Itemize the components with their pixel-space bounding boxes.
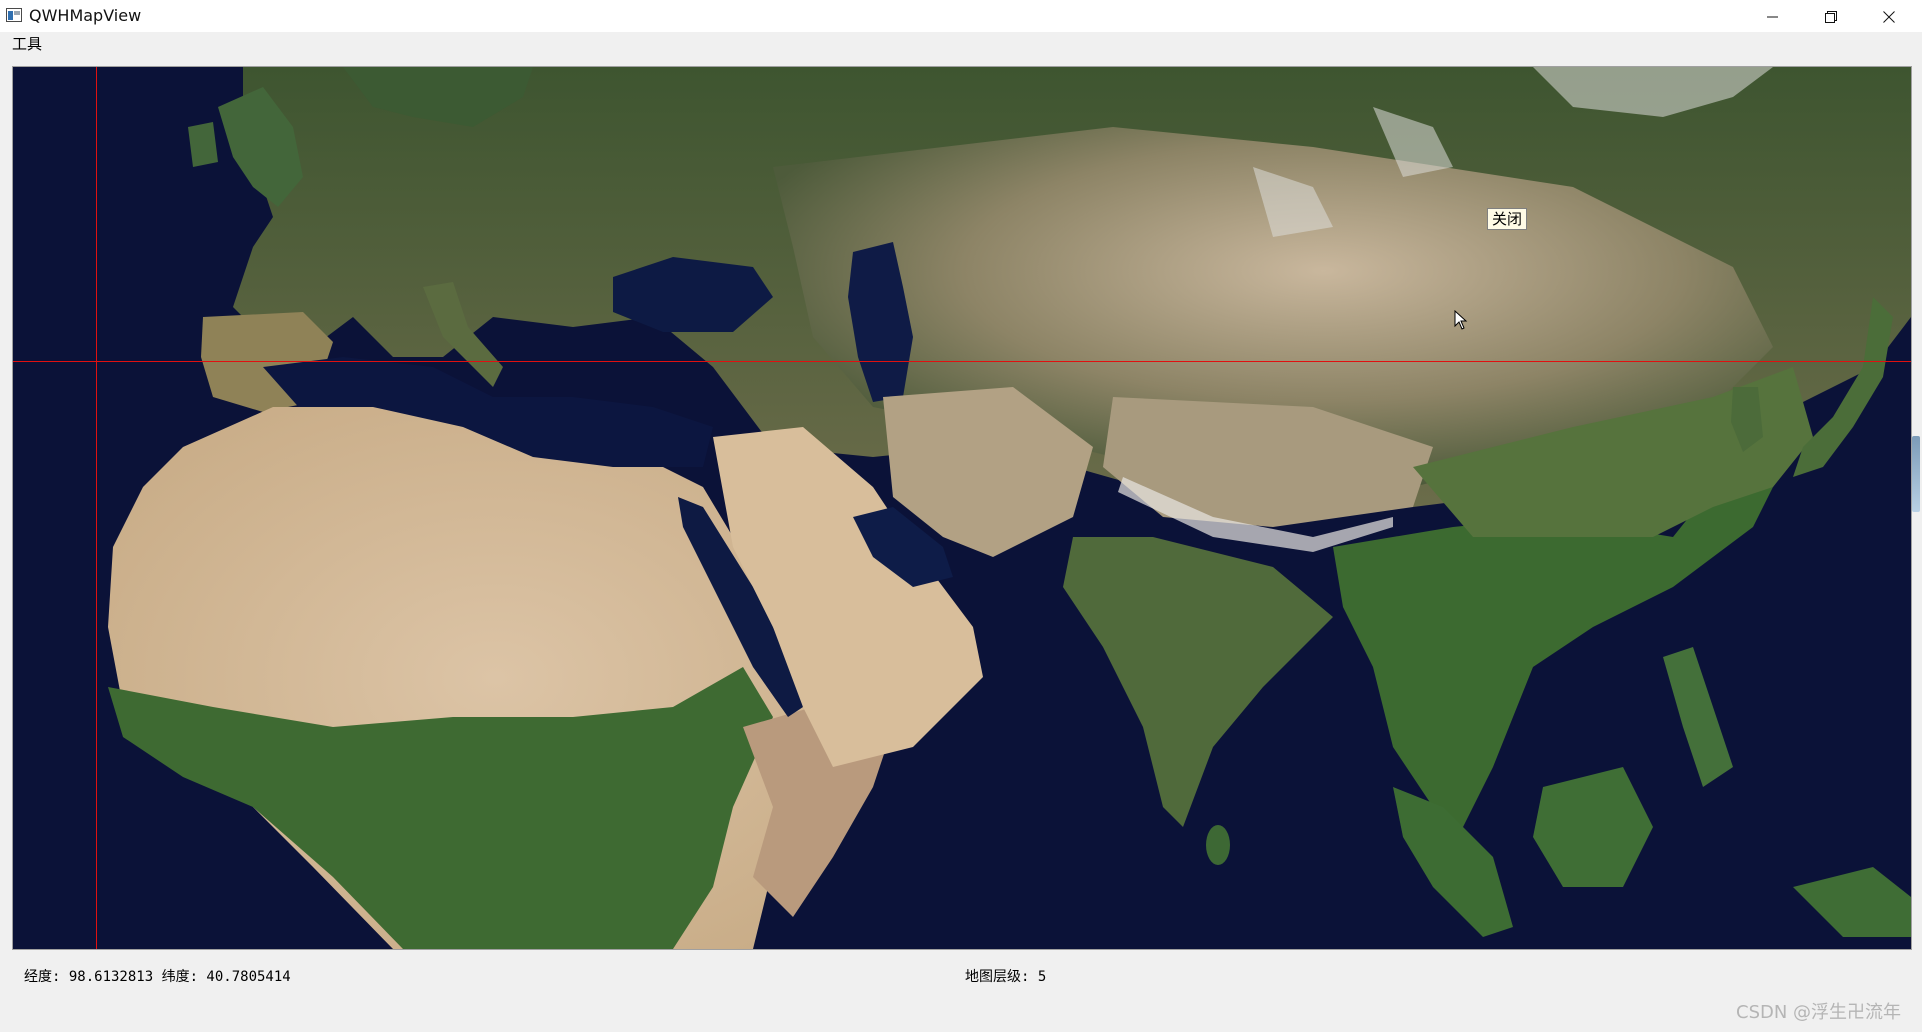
- maximize-button[interactable]: [1802, 0, 1860, 32]
- watermark: CSDN @浮生卍流年: [1736, 1002, 1902, 1023]
- close-icon: [1883, 11, 1895, 23]
- maximize-icon: [1825, 11, 1837, 23]
- menu-item-tools[interactable]: 工具: [10, 35, 44, 53]
- coordinates-readout: 经度: 98.6132813 纬度: 40.7805414: [24, 969, 291, 985]
- window-title: QWHMapView: [29, 6, 142, 25]
- app-window-icon: [6, 8, 22, 22]
- mouse-cursor-icon: [1454, 310, 1468, 330]
- crosshair-vertical-line: [96, 67, 97, 949]
- title-bar[interactable]: QWHMapView: [0, 0, 1922, 33]
- close-context-menu-item[interactable]: 关闭: [1487, 208, 1528, 230]
- scrollbar-handle[interactable]: [1912, 436, 1920, 512]
- minimize-icon: [1767, 16, 1778, 18]
- landmass-sri-lanka: [1206, 825, 1230, 865]
- satellite-map[interactable]: [13, 67, 1911, 949]
- close-button[interactable]: [1860, 0, 1918, 32]
- crosshair-horizontal-line: [13, 361, 1911, 362]
- menu-bar: 工具: [0, 32, 1922, 56]
- minimize-button[interactable]: [1744, 0, 1802, 32]
- zoom-level-readout: 地图层级: 5: [965, 969, 1047, 985]
- map-view[interactable]: 关闭: [12, 66, 1912, 950]
